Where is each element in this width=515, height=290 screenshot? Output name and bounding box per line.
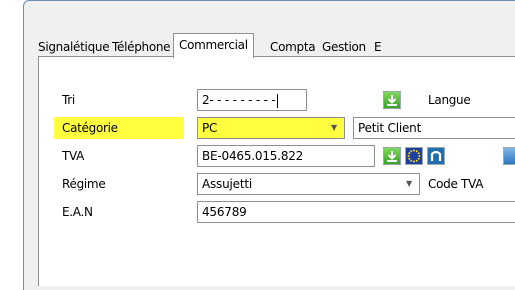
tab-gestion[interactable]: Gestion <box>319 37 369 57</box>
tri-input[interactable]: 2- - - - - - - - - <box>197 89 307 111</box>
regime-select[interactable]: Assujetti ▼ <box>197 173 420 195</box>
categorie-select[interactable]: PC ▼ <box>197 117 345 139</box>
tva-input[interactable]: BE-0465.015.822 <box>197 145 375 167</box>
tri-value: 2- - - - - - - - - <box>202 93 276 107</box>
categorie-description: Petit Client <box>358 121 422 135</box>
tri-label: Tri <box>62 93 75 107</box>
tab-compta[interactable]: Compta <box>267 37 318 57</box>
tab-commercial[interactable]: Commercial <box>173 33 254 58</box>
tva-value: BE-0465.015.822 <box>202 149 304 163</box>
green-down-arrow-icon[interactable] <box>383 91 401 109</box>
row-categorie: Catégorie <box>54 117 184 139</box>
tva-label: TVA <box>62 149 85 163</box>
code-tva-label: Code TVA <box>428 177 484 191</box>
ean-value: 456789 <box>202 205 247 219</box>
blue-partial-icon[interactable] <box>503 147 515 165</box>
regime-value: Assujetti <box>202 177 252 191</box>
eu-flag-icon[interactable] <box>405 147 423 165</box>
text-cursor <box>276 93 278 108</box>
categorie-description-field: Petit Client <box>353 117 515 139</box>
ean-label: E.A.N <box>62 205 93 219</box>
tab-e[interactable]: E <box>371 37 384 57</box>
chevron-down-icon: ▼ <box>331 123 337 132</box>
categorie-label: Catégorie <box>62 121 118 135</box>
ean-input[interactable]: 456789 <box>197 201 515 223</box>
green-down-arrow-icon[interactable] <box>383 147 401 165</box>
n-logo-icon[interactable] <box>427 147 445 165</box>
categorie-value: PC <box>202 121 218 135</box>
langue-label: Langue <box>428 93 471 107</box>
tab-telephone[interactable]: Téléphone <box>109 37 173 57</box>
chevron-down-icon: ▼ <box>406 179 412 188</box>
tab-signaletique[interactable]: Signalétique <box>35 37 112 57</box>
tab-strip: Signalétique Téléphone Commercial Compta… <box>35 33 515 58</box>
regime-label: Régime <box>62 177 106 191</box>
